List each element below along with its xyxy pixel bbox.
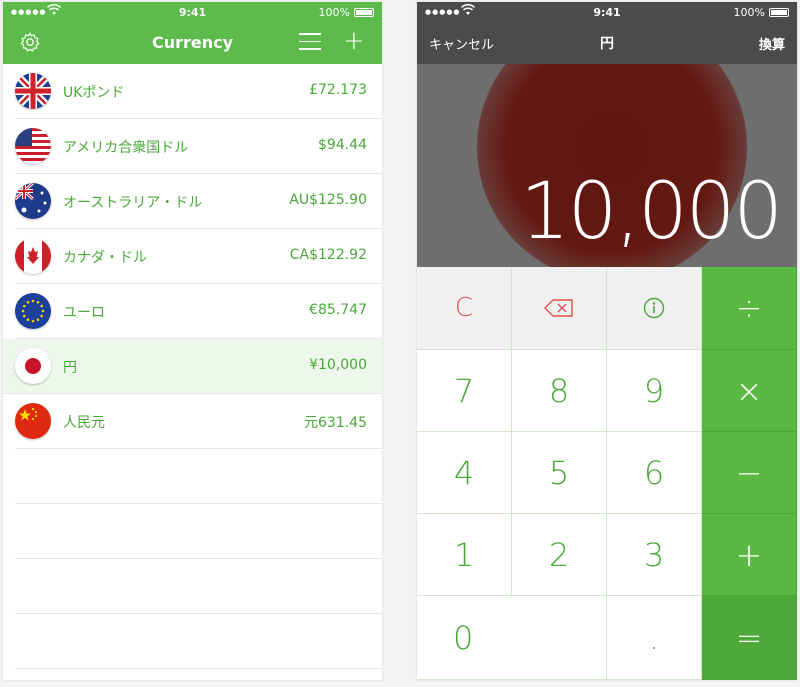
currency-value: €85.747 (309, 302, 367, 318)
empty-row (15, 449, 382, 504)
eu-flag-icon (15, 293, 51, 329)
battery-percent: 100% (318, 6, 350, 19)
currency-name: ユーロ (63, 305, 105, 321)
canada-flag-icon (15, 238, 51, 274)
japan-flag-icon (15, 348, 51, 384)
currency-list-screen: ●●●●● 9:41 100% Currency + UKポンド £72.173 (3, 2, 382, 680)
currency-value: ¥10,000 (309, 357, 367, 373)
digit-7-button[interactable]: 7 (417, 350, 512, 432)
divide-button[interactable]: ÷ (702, 267, 797, 350)
australia-flag-icon (15, 183, 51, 219)
currency-row-aud[interactable]: オーストラリア・ドル AU$125.90 (15, 174, 382, 229)
currency-value: AU$125.90 (289, 192, 367, 208)
digit-5-button[interactable]: 5 (512, 432, 607, 514)
display-value: 10,000 (520, 167, 783, 257)
currency-row-jpy[interactable]: 円 ¥10,000 (3, 339, 382, 394)
currency-title: 円 (600, 36, 614, 52)
keypad: C ÷ 7 8 9 × 4 5 6 − 1 2 3 + 0 . = (417, 267, 797, 680)
decimal-button[interactable]: . (607, 596, 702, 680)
currency-name: 人民元 (63, 415, 105, 431)
uk-flag-icon (15, 73, 51, 109)
equals-button[interactable]: = (702, 596, 797, 680)
currency-value: £72.173 (309, 82, 367, 98)
battery-icon (354, 8, 374, 17)
currency-name: UKポンド (63, 85, 125, 101)
clear-button[interactable]: C (417, 267, 512, 350)
empty-row (15, 614, 382, 669)
currency-name: 円 (63, 360, 77, 376)
currency-value: 元631.45 (304, 415, 367, 431)
digit-4-button[interactable]: 4 (417, 432, 512, 514)
currency-row-gbp[interactable]: UKポンド £72.173 (15, 64, 382, 119)
digit-2-button[interactable]: 2 (512, 514, 607, 596)
us-flag-icon (15, 128, 51, 164)
digit-0-button[interactable]: 0 (417, 596, 607, 680)
backspace-icon (544, 299, 573, 317)
currency-value: CA$122.92 (289, 247, 367, 263)
currency-row-cny[interactable]: 人民元 元631.45 (15, 394, 382, 449)
backspace-button[interactable] (512, 267, 607, 350)
header-bar: ●●●●● 9:41 100% Currency + (3, 2, 382, 64)
digit-8-button[interactable]: 8 (512, 350, 607, 432)
digit-9-button[interactable]: 9 (607, 350, 702, 432)
plus-button[interactable]: + (702, 514, 797, 596)
currency-row-usd[interactable]: アメリカ合衆国ドル $94.44 (15, 119, 382, 174)
currency-name: オーストラリア・ドル (63, 195, 203, 211)
info-button[interactable] (607, 267, 702, 350)
multiply-button[interactable]: × (702, 350, 797, 432)
battery-percent: 100% (733, 6, 765, 19)
convert-button[interactable]: 換算 (759, 34, 785, 53)
empty-row (15, 559, 382, 614)
status-bar: ●●●●● 9:41 100% (417, 2, 797, 22)
currency-name: アメリカ合衆国ドル (63, 140, 189, 156)
currency-name: カナダ・ドル (63, 250, 147, 266)
page-title: Currency (151, 33, 234, 52)
calculator-screen: ●●●●● 9:41 100% キャンセル 円 換算 10,000 C ÷ 7 … (417, 2, 797, 680)
digit-3-button[interactable]: 3 (607, 514, 702, 596)
digit-6-button[interactable]: 6 (607, 432, 702, 514)
currency-row-eur[interactable]: ユーロ €85.747 (15, 284, 382, 339)
add-currency-button[interactable]: + (343, 28, 365, 54)
info-icon (643, 297, 665, 319)
minus-button[interactable]: − (702, 432, 797, 514)
empty-row (15, 504, 382, 559)
china-flag-icon (15, 403, 51, 439)
display-area: ●●●●● 9:41 100% キャンセル 円 換算 10,000 (417, 2, 797, 267)
currency-row-cad[interactable]: カナダ・ドル CA$122.92 (15, 229, 382, 284)
navbar: ●●●●● 9:41 100% キャンセル 円 換算 (417, 2, 797, 64)
digit-1-button[interactable]: 1 (417, 514, 512, 596)
currency-list: UKポンド £72.173 アメリカ合衆国ドル $94.44 オーストラリア・ド… (3, 64, 382, 669)
menu-icon[interactable] (299, 33, 321, 51)
battery-icon (769, 8, 789, 17)
status-bar: ●●●●● 9:41 100% (3, 2, 382, 22)
currency-value: $94.44 (318, 137, 367, 153)
